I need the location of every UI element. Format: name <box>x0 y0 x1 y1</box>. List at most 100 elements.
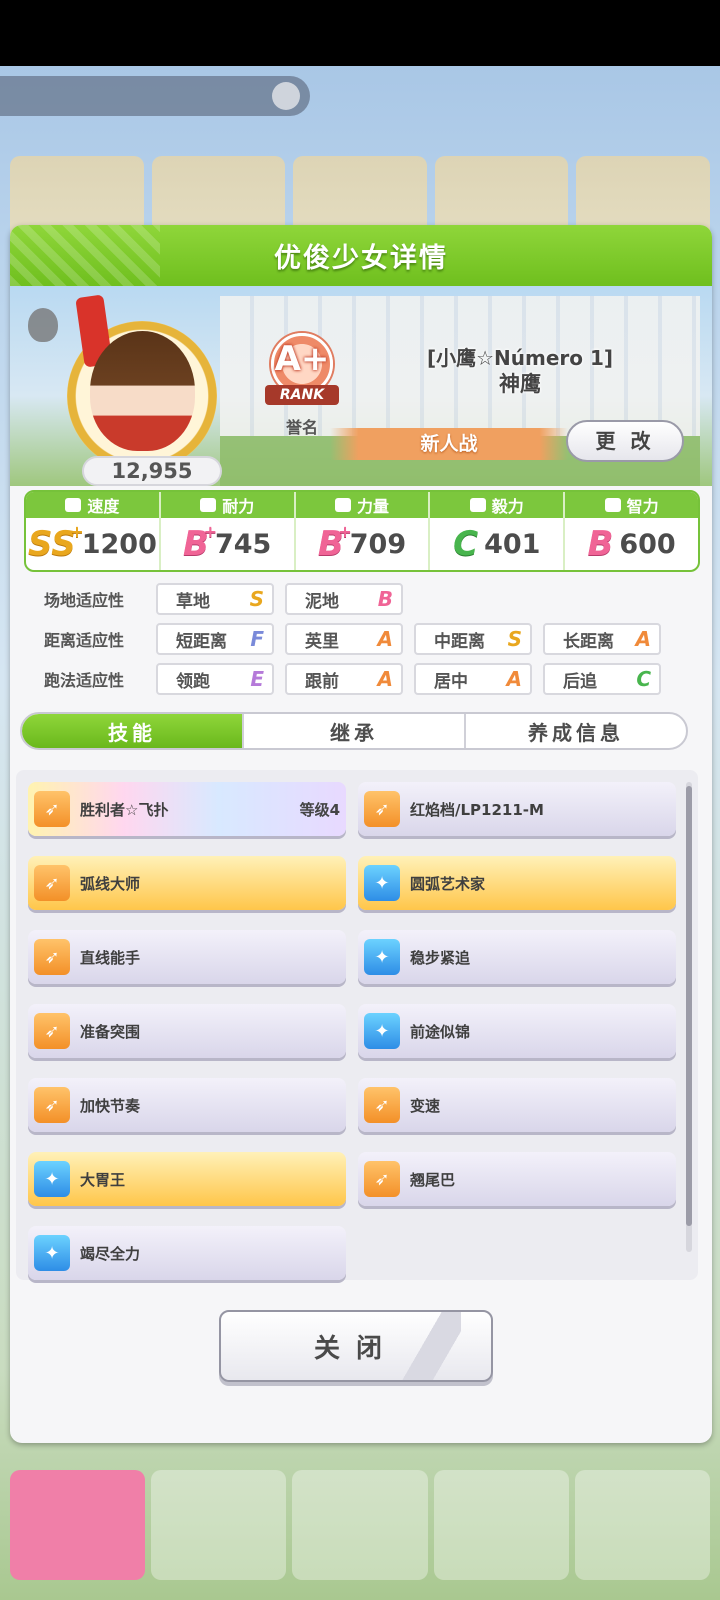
stat-grade: SS + <box>27 522 84 564</box>
carrot-icon <box>28 308 58 342</box>
stat-header: 毅力 <box>430 492 564 518</box>
shoe-icon <box>65 498 82 512</box>
skill-name: 大胃王 <box>80 1170 126 1189</box>
skill-item[interactable]: ➶ 加快节奏 <box>28 1078 346 1132</box>
skill-item[interactable]: ➶ 翘尾巴 <box>358 1152 676 1206</box>
stat-value-cell: SS +1200 <box>26 518 159 570</box>
close-button[interactable]: 关闭 <box>219 1310 493 1382</box>
stat-value: 709 <box>349 528 407 560</box>
skill-name: 竭尽全力 <box>80 1244 141 1263</box>
top-info-bar <box>0 76 310 116</box>
aptitude-name: 居中 <box>434 671 468 692</box>
aptitude-grade: A <box>377 627 393 651</box>
aptitude-cell: 短距离 F <box>156 623 274 655</box>
skill-name: 加快节奏 <box>80 1096 141 1115</box>
aptitude-cell: 后追 C <box>543 663 661 695</box>
aptitude-name: 短距离 <box>176 631 227 652</box>
close-button-label: 关闭 <box>313 1333 398 1364</box>
stat-grade: B + <box>183 522 217 564</box>
help-icon <box>272 82 300 110</box>
rank-badge: A+ RANK <box>263 333 341 411</box>
runner-skill-icon: ➶ <box>34 939 70 975</box>
stat-header: 智力 <box>565 492 698 518</box>
stat-header: 耐力 <box>160 492 294 518</box>
fan-count: 12,955 <box>82 456 222 486</box>
skill-item[interactable]: ✦ 圆弧艺术家 <box>358 856 676 910</box>
stat-value-cell: C 401 <box>430 518 563 570</box>
stat-value: 745 <box>214 528 272 560</box>
aptitude-cell: 跟前 A <box>285 663 403 695</box>
aptitude-grade: A <box>377 667 393 691</box>
stat-value: 1200 <box>81 528 157 560</box>
skill-name: 前途似锦 <box>410 1022 471 1041</box>
aptitude-name: 跟前 <box>305 671 339 692</box>
rank-label: RANK <box>265 385 339 405</box>
skill-item[interactable]: ➶ 胜利者☆飞扑 等级4 <box>28 782 346 836</box>
tab-inheritance[interactable]: 继承 <box>244 714 466 748</box>
stat-grade: C <box>453 524 479 564</box>
skills-list: ➶ 胜利者☆飞扑 等级4 ➶ 红焰档/LP1211-M ➶ 弧线大师 ✦ 圆弧艺术家 ➶ 直线能手 ✦… <box>28 782 676 1280</box>
aptitude-cell: 泥地 B <box>285 583 403 615</box>
character-detail-dialog: 优俊少女详情 12,955 A+ RANK 誉名 [小鹰☆Número 1] 神… <box>10 225 712 1443</box>
skill-name: 变速 <box>410 1096 441 1115</box>
tab-skills[interactable]: 技能 <box>22 714 244 748</box>
runner-skill-icon: ➶ <box>364 791 400 827</box>
runner-skill-icon: ➶ <box>364 1161 400 1197</box>
stat-grade: B + <box>317 522 352 564</box>
skill-item[interactable]: ✦ 稳步紧追 <box>358 930 676 984</box>
change-button[interactable]: 更 改 <box>566 420 684 462</box>
aptitude-label: 跑法适应性 <box>44 671 125 690</box>
stat-name: 速度 <box>87 497 120 516</box>
stat-name: 力量 <box>356 497 389 516</box>
skill-item[interactable]: ✦ 大胃王 <box>28 1152 346 1206</box>
stat-grade: B <box>587 524 614 564</box>
stat-header: 力量 <box>295 492 429 518</box>
skill-name: 稳步紧追 <box>410 948 471 967</box>
aptitude-grade: A <box>506 667 522 691</box>
rank-caption: 誉名 <box>286 418 319 437</box>
avatar <box>90 331 195 451</box>
graduation-cap-icon <box>604 498 621 512</box>
skill-item[interactable]: ✦ 前途似锦 <box>358 1004 676 1058</box>
runner-skill-icon: ➶ <box>34 791 70 827</box>
aptitude-cell: 草地 S <box>156 583 274 615</box>
tab-training-info[interactable]: 养成信息 <box>466 714 686 748</box>
skill-item[interactable]: ➶ 直线能手 <box>28 930 346 984</box>
aptitude-cell: 长距离 A <box>543 623 661 655</box>
stat-name: 毅力 <box>491 497 524 516</box>
stat-value: 600 <box>619 528 676 560</box>
sparkle-skill-icon: ✦ <box>364 1013 400 1049</box>
bottom-navigation <box>0 1460 720 1600</box>
track-aptitude-row: 场地适应性 草地 S 泥地 B <box>24 582 700 616</box>
stat-column: 耐力 B +745 <box>160 492 296 570</box>
skill-item[interactable]: ✦ 竭尽全力 <box>28 1226 346 1280</box>
skill-item[interactable]: ➶ 变速 <box>358 1078 676 1132</box>
runner-skill-icon: ➶ <box>34 1087 70 1123</box>
stat-column: 速度 SS +1200 <box>26 492 161 570</box>
heart-icon <box>200 498 217 512</box>
detail-tabs: 技能 继承 养成信息 <box>20 712 688 750</box>
skill-item[interactable]: ➶ 弧线大师 <box>28 856 346 910</box>
aptitude-grade: S <box>249 587 264 611</box>
skill-name: 弧线大师 <box>80 874 141 893</box>
skill-name: 翘尾巴 <box>410 1170 456 1189</box>
dialog-title: 优俊少女详情 <box>274 243 448 274</box>
scrollbar-thumb[interactable] <box>686 786 692 1226</box>
sparkle-skill-icon: ✦ <box>34 1235 70 1271</box>
stat-value-cell: B +745 <box>161 518 294 570</box>
aptitude-name: 英里 <box>305 631 339 652</box>
skill-item[interactable]: ➶ 准备突围 <box>28 1004 346 1058</box>
flame-icon <box>469 498 486 512</box>
skills-panel: ➶ 胜利者☆飞扑 等级4 ➶ 红焰档/LP1211-M ➶ 弧线大师 ✦ 圆弧艺术家 ➶ 直线能手 ✦… <box>16 770 698 1280</box>
skill-name: 直线能手 <box>80 948 141 967</box>
aptitude-label: 场地适应性 <box>44 591 125 610</box>
skill-item[interactable]: ➶ 红焰档/LP1211-M <box>358 782 676 836</box>
skill-name: 圆弧艺术家 <box>410 874 486 893</box>
aptitude-grade: F <box>250 627 264 651</box>
character-name: 神鹰 <box>499 372 541 396</box>
stat-name: 智力 <box>626 497 659 516</box>
aptitude-name: 领跑 <box>176 671 210 692</box>
skill-name: 红焰档/LP1211-M <box>410 800 544 819</box>
stat-value-cell: B +709 <box>296 518 429 570</box>
runner-skill-icon: ➶ <box>364 1087 400 1123</box>
